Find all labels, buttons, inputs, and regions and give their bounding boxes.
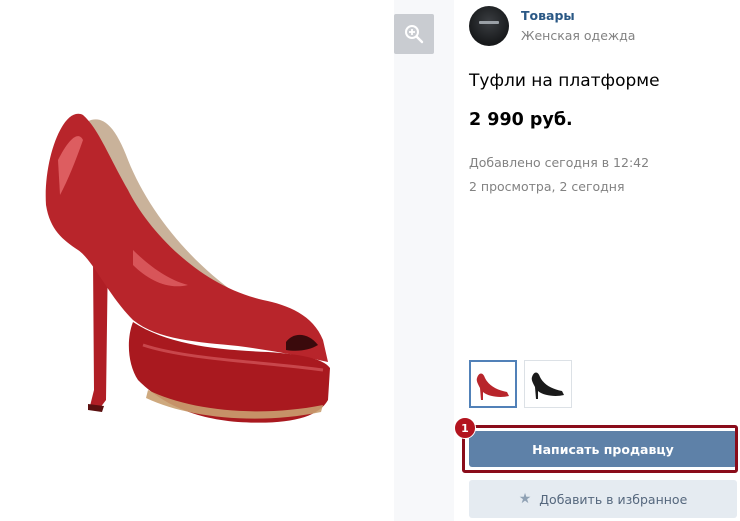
product-photo[interactable] [38, 100, 360, 442]
product-photo-area [0, 0, 394, 521]
write-seller-button[interactable]: Написать продавцу [469, 431, 737, 467]
zoom-in-icon [405, 25, 424, 44]
zoom-button[interactable] [394, 14, 434, 54]
star-icon: ★ [518, 491, 532, 507]
product-price: 2 990 руб. [469, 110, 573, 130]
added-timestamp: Добавлено сегодня в 12:42 [469, 155, 650, 170]
add-favorite-label: Добавить в избранное [539, 491, 688, 507]
add-favorite-button[interactable]: ★ Добавить в избранное [469, 480, 737, 518]
product-info-panel: Товары Женская одежда Туфли на платформе… [454, 0, 740, 521]
group-name-link[interactable]: Товары [521, 8, 575, 23]
group-avatar[interactable] [469, 6, 509, 46]
annotation-step-badge: 1 [454, 417, 476, 439]
thumbnail-red-shoe[interactable] [469, 360, 517, 408]
view-count: 2 просмотра, 2 сегодня [469, 179, 625, 194]
thumbnail-black-shoe[interactable] [524, 360, 572, 408]
group-category: Женская одежда [521, 28, 636, 43]
product-title: Туфли на платформе [469, 71, 660, 91]
photo-side-strip [394, 0, 454, 521]
